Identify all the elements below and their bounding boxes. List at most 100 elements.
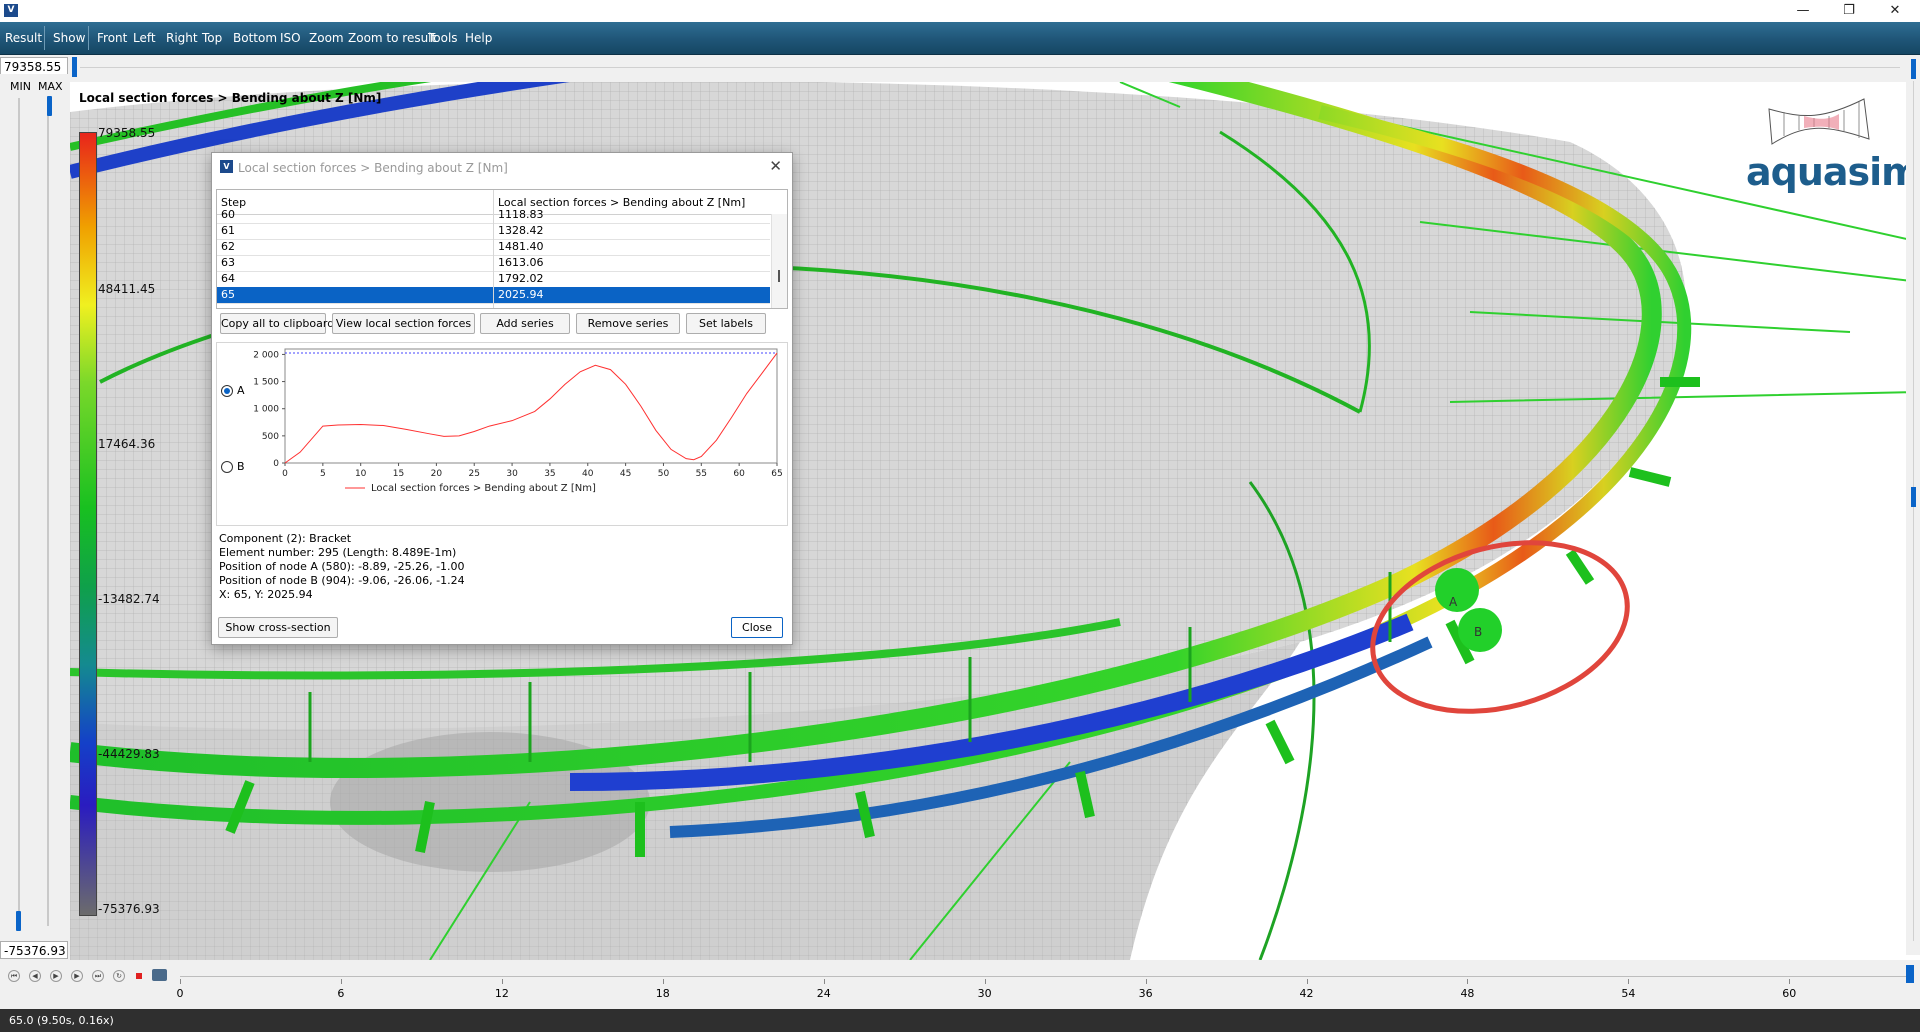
dialog-title: Local section forces > Bending about Z [… [238, 161, 508, 175]
menu-right[interactable]: Right [166, 31, 198, 45]
timeline-tick-label: 12 [494, 987, 509, 1000]
table-scrollbar[interactable] [771, 214, 787, 308]
remove-series-button[interactable]: Remove series [576, 313, 680, 334]
component-info: Component (2): Bracket [219, 532, 352, 545]
timeline-tick [501, 979, 503, 984]
range-top-thumb[interactable] [72, 57, 77, 77]
dialog-close-icon[interactable]: ✕ [769, 157, 782, 175]
menu-separator [88, 26, 89, 50]
min-value-field[interactable]: -75376.93 [0, 941, 68, 959]
logo-text: aquasim [1746, 150, 1920, 194]
element-info: Element number: 295 (Length: 8.489E-1m) [219, 546, 457, 559]
step-cell: 63 [221, 256, 235, 269]
min-slider-track[interactable] [18, 98, 20, 926]
dialog-close-button[interactable]: Close [731, 617, 783, 638]
step-forward-icon[interactable]: ▶ [71, 970, 83, 982]
x-tick-label: 40 [582, 469, 594, 479]
minimize-button[interactable]: — [1780, 0, 1826, 22]
timeline-slider[interactable]: 0 6 12 18 24 30 36 42 48 54 60 [177, 965, 1914, 1001]
menu-zoom-to-result[interactable]: Zoom to result [348, 31, 436, 45]
view-local-section-forces-button[interactable]: View local section forces [332, 313, 475, 334]
value-cell: 1328.42 [498, 224, 544, 237]
skip-end-icon[interactable]: ⏭ [92, 970, 104, 982]
add-series-button[interactable]: Add series [480, 313, 570, 334]
x-tick-label: 60 [733, 469, 745, 479]
x-tick-label: 25 [469, 469, 480, 479]
column-divider [493, 190, 494, 308]
status-bar: 65.0 (9.50s, 0.16x) [0, 1009, 1920, 1032]
record-icon[interactable] [136, 973, 142, 979]
right-scroll-thumb-top[interactable] [1911, 59, 1916, 79]
plot-frame [284, 348, 778, 464]
timeline-tick-label: 42 [1299, 987, 1314, 1000]
y-tick-label: 0 [273, 459, 279, 469]
show-cross-section-button[interactable]: Show cross-section [218, 617, 338, 638]
timeline-tick [340, 979, 342, 984]
timeline-tick-label: 18 [655, 987, 670, 1000]
bending-line-chart: 0 500 1 000 1 500 2 000 0 5 10 15 20 25 30 35 40 45 50 5… [253, 348, 783, 494]
step-back-icon[interactable]: ◀ [29, 970, 41, 982]
right-scrollbar[interactable] [1906, 55, 1920, 955]
camera-icon[interactable] [152, 969, 167, 981]
timeline-tick [180, 979, 181, 984]
menu-tools[interactable]: Tools [428, 31, 458, 45]
max-value-field[interactable]: 79358.55 [0, 57, 68, 75]
x-tick-label: 0 [282, 469, 288, 479]
menu-zoom[interactable]: Zoom [309, 31, 344, 45]
step-cell: 60 [221, 208, 235, 221]
x-tick-label: 10 [355, 469, 367, 479]
timeline-tick [1145, 979, 1147, 984]
copy-all-button[interactable]: Copy all to clipboard [220, 313, 334, 334]
timeline-track [180, 976, 1910, 977]
series-a-radio[interactable] [221, 385, 233, 397]
x-tick-label: 35 [544, 469, 555, 479]
x-tick-label: 50 [658, 469, 670, 479]
max-label: MAX [38, 80, 63, 93]
menu-bottom[interactable]: Bottom [233, 31, 277, 45]
menu-show[interactable]: Show [53, 31, 85, 45]
x-tick-label: 20 [431, 469, 443, 479]
table-scroll-thumb[interactable] [778, 270, 780, 282]
menu-front[interactable]: Front [97, 31, 127, 45]
menu-top[interactable]: Top [202, 31, 222, 45]
step-cell: 64 [221, 272, 235, 285]
skip-start-icon[interactable]: ⏮ [8, 970, 20, 982]
series-b-radio[interactable] [221, 461, 233, 473]
timeline-tick-label: 24 [816, 987, 831, 1000]
timeline-tick-label: 30 [977, 987, 992, 1000]
legend-label: -44429.83 [98, 747, 160, 761]
timeline-tick [984, 979, 986, 984]
chart-panel: A B 0 500 1 000 1 500 2 000 0 5 10 15 20 25 30 35 40 4… [216, 342, 788, 526]
right-scroll-thumb-mid[interactable] [1911, 487, 1916, 507]
max-slider-track[interactable] [47, 98, 49, 926]
color-legend-bar [79, 132, 97, 916]
logo-mesh-icon [1768, 98, 1870, 145]
right-scroll-track [1913, 81, 1914, 941]
menu-help[interactable]: Help [465, 31, 492, 45]
loop-icon[interactable]: ↻ [113, 970, 125, 982]
max-slider-thumb[interactable] [47, 96, 52, 116]
play-icon[interactable]: ▶ [50, 970, 62, 982]
value-cell: 1792.02 [498, 272, 544, 285]
min-slider-thumb[interactable] [16, 911, 21, 931]
section-forces-dialog: V Local section forces > Bending about Z… [211, 152, 793, 645]
x-tick-label: 15 [393, 469, 404, 479]
value-cell: 1613.06 [498, 256, 544, 269]
timeline-thumb[interactable] [1906, 965, 1914, 983]
close-window-button[interactable]: ✕ [1872, 0, 1918, 22]
timeline-tick-label: 6 [337, 987, 345, 1000]
legend-label: 79358.55 [98, 126, 156, 140]
menu-iso[interactable]: ISO [280, 31, 301, 45]
set-labels-button[interactable]: Set labels [686, 313, 766, 334]
node-b-label: B [1474, 625, 1483, 639]
legend-label: -75376.93 [98, 902, 160, 916]
timeline-tick [1467, 979, 1469, 984]
maximize-button[interactable]: ❐ [1826, 0, 1872, 22]
range-panel [0, 74, 70, 954]
menu-result[interactable]: Result [5, 31, 42, 45]
node-a-label: A [1449, 595, 1458, 609]
menu-left[interactable]: Left [133, 31, 156, 45]
timeline-bar: ⏮ ◀ ▶ ▶ ⏭ ↻ 0 6 12 18 24 30 36 42 48 54 60 [0, 963, 1920, 1009]
node-a-position: Position of node A (580): -8.89, -25.26,… [219, 560, 465, 573]
timeline-tick-label: 36 [1138, 987, 1153, 1000]
